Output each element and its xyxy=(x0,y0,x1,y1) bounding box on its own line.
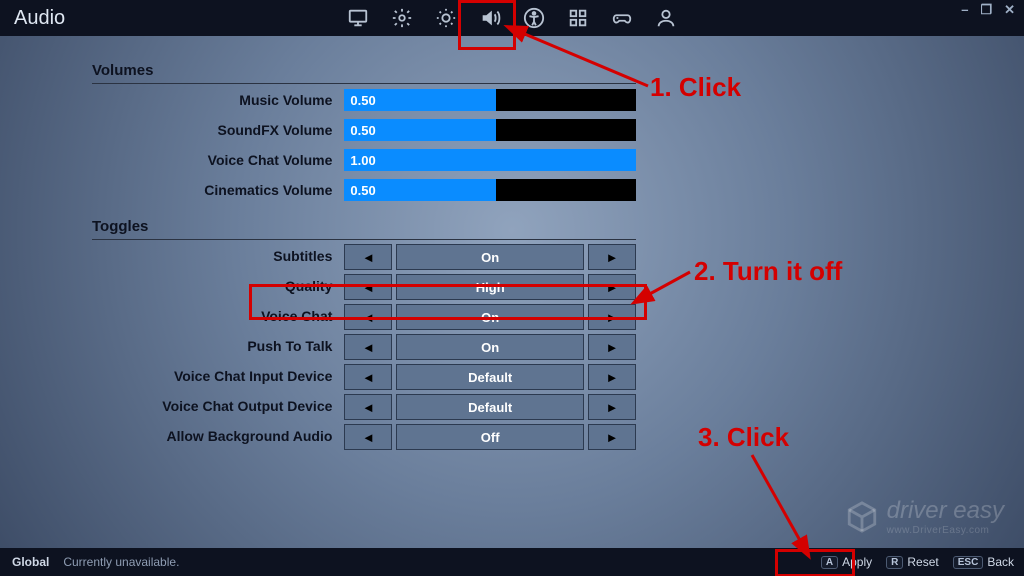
next-option-button[interactable]: ► xyxy=(588,424,636,450)
volume-slider[interactable]: 0.50 xyxy=(344,179,636,201)
audio-icon[interactable] xyxy=(468,0,512,36)
option-value: On xyxy=(396,244,584,270)
slider-fill: 0.50 xyxy=(344,179,496,201)
window-close[interactable]: ✕ xyxy=(1001,2,1018,18)
volume-slider[interactable]: 1.00 xyxy=(344,149,636,171)
window-minimize[interactable]: – xyxy=(958,2,971,18)
setting-label: Quality xyxy=(92,278,344,294)
next-option-button[interactable]: ► xyxy=(588,304,636,330)
gear-icon[interactable] xyxy=(380,0,424,36)
toggle-row: Quality◄High► xyxy=(92,272,636,300)
account-icon[interactable] xyxy=(644,0,688,36)
slider-track xyxy=(496,89,636,111)
option-selector: ◄Default► xyxy=(344,394,636,418)
window-controls: – ❐ ✕ xyxy=(958,2,1018,18)
reset-button[interactable]: R Reset xyxy=(886,555,939,569)
volume-row: SoundFX Volume0.50 xyxy=(92,116,636,144)
audio-settings-panel: Volumes Music Volume0.50SoundFX Volume0.… xyxy=(92,52,636,450)
status-text: Currently unavailable. xyxy=(63,555,179,569)
setting-label: SoundFX Volume xyxy=(92,122,344,138)
monitor-icon[interactable] xyxy=(336,0,380,36)
volume-slider[interactable]: 0.50 xyxy=(344,89,636,111)
toggle-row: Subtitles◄On► xyxy=(92,242,636,270)
toggle-row: Voice Chat Input Device◄Default► xyxy=(92,362,636,390)
next-option-button[interactable]: ► xyxy=(588,244,636,270)
prev-option-button[interactable]: ◄ xyxy=(344,424,392,450)
volume-row: Voice Chat Volume1.00 xyxy=(92,146,636,174)
next-option-button[interactable]: ► xyxy=(588,274,636,300)
setting-label: Cinematics Volume xyxy=(92,182,344,198)
back-button[interactable]: ESC Back xyxy=(953,555,1014,569)
action-label: Back xyxy=(987,555,1014,569)
annotation-step1: 1. Click xyxy=(650,72,741,103)
settings-tab-strip xyxy=(336,0,688,36)
input-icon[interactable] xyxy=(556,0,600,36)
option-selector: ◄On► xyxy=(344,334,636,358)
next-option-button[interactable]: ► xyxy=(588,364,636,390)
window-maximize[interactable]: ❐ xyxy=(977,2,995,18)
setting-label: Voice Chat xyxy=(92,308,344,324)
toggle-row: Allow Background Audio◄Off► xyxy=(92,422,636,450)
volume-slider[interactable]: 0.50 xyxy=(344,119,636,141)
annotation-step2: 2. Turn it off xyxy=(694,256,842,287)
setting-label: Allow Background Audio xyxy=(92,428,344,444)
option-selector: ◄On► xyxy=(344,244,636,268)
option-value: On xyxy=(396,304,584,330)
keycap: R xyxy=(886,556,903,569)
slider-fill: 0.50 xyxy=(344,89,496,111)
option-selector: ◄High► xyxy=(344,274,636,298)
slider-fill: 0.50 xyxy=(344,119,496,141)
option-value: On xyxy=(396,334,584,360)
option-selector: ◄Off► xyxy=(344,424,636,448)
slider-fill: 1.00 xyxy=(344,149,636,171)
watermark-url: www.DriverEasy.com xyxy=(887,525,1004,536)
setting-label: Subtitles xyxy=(92,248,344,264)
bottom-actions: A Apply R Reset ESC Back xyxy=(821,555,1014,569)
prev-option-button[interactable]: ◄ xyxy=(344,274,392,300)
apply-button[interactable]: A Apply xyxy=(821,555,872,569)
prev-option-button[interactable]: ◄ xyxy=(344,304,392,330)
option-selector: ◄Default► xyxy=(344,364,636,388)
setting-label: Voice Chat Input Device xyxy=(92,368,344,384)
annotation-step3: 3. Click xyxy=(698,422,789,453)
option-selector: ◄On► xyxy=(344,304,636,328)
action-label: Reset xyxy=(907,555,938,569)
setting-label: Music Volume xyxy=(92,92,344,108)
option-value: Default xyxy=(396,394,584,420)
section-heading-volumes: Volumes xyxy=(92,58,636,84)
page-title: Audio xyxy=(14,7,65,30)
bottom-bar: Global Currently unavailable. A Apply R … xyxy=(0,548,1024,576)
toggle-row: Voice Chat◄On► xyxy=(92,302,636,330)
brightness-icon[interactable] xyxy=(424,0,468,36)
option-value: Default xyxy=(396,364,584,390)
next-option-button[interactable]: ► xyxy=(588,334,636,360)
setting-label: Voice Chat Output Device xyxy=(92,398,344,414)
accessibility-icon[interactable] xyxy=(512,0,556,36)
volume-row: Music Volume0.50 xyxy=(92,86,636,114)
prev-option-button[interactable]: ◄ xyxy=(344,244,392,270)
gamepad-icon[interactable] xyxy=(600,0,644,36)
top-bar: Audio – ❐ ✕ xyxy=(0,0,1024,36)
option-value: High xyxy=(396,274,584,300)
prev-option-button[interactable]: ◄ xyxy=(344,394,392,420)
section-heading-toggles: Toggles xyxy=(92,214,636,240)
watermark: driver easy www.DriverEasy.com xyxy=(845,497,1004,536)
prev-option-button[interactable]: ◄ xyxy=(344,334,392,360)
status-scope: Global xyxy=(12,555,49,569)
watermark-brand: driver easy xyxy=(887,497,1004,524)
option-value: Off xyxy=(396,424,584,450)
prev-option-button[interactable]: ◄ xyxy=(344,364,392,390)
toggle-row: Voice Chat Output Device◄Default► xyxy=(92,392,636,420)
keycap: ESC xyxy=(953,556,984,569)
toggle-row: Push To Talk◄On► xyxy=(92,332,636,360)
keycap: A xyxy=(821,556,838,569)
action-label: Apply xyxy=(842,555,872,569)
next-option-button[interactable]: ► xyxy=(588,394,636,420)
slider-track xyxy=(496,179,636,201)
volume-row: Cinematics Volume0.50 xyxy=(92,176,636,204)
setting-label: Push To Talk xyxy=(92,338,344,354)
setting-label: Voice Chat Volume xyxy=(92,152,344,168)
slider-track xyxy=(496,119,636,141)
